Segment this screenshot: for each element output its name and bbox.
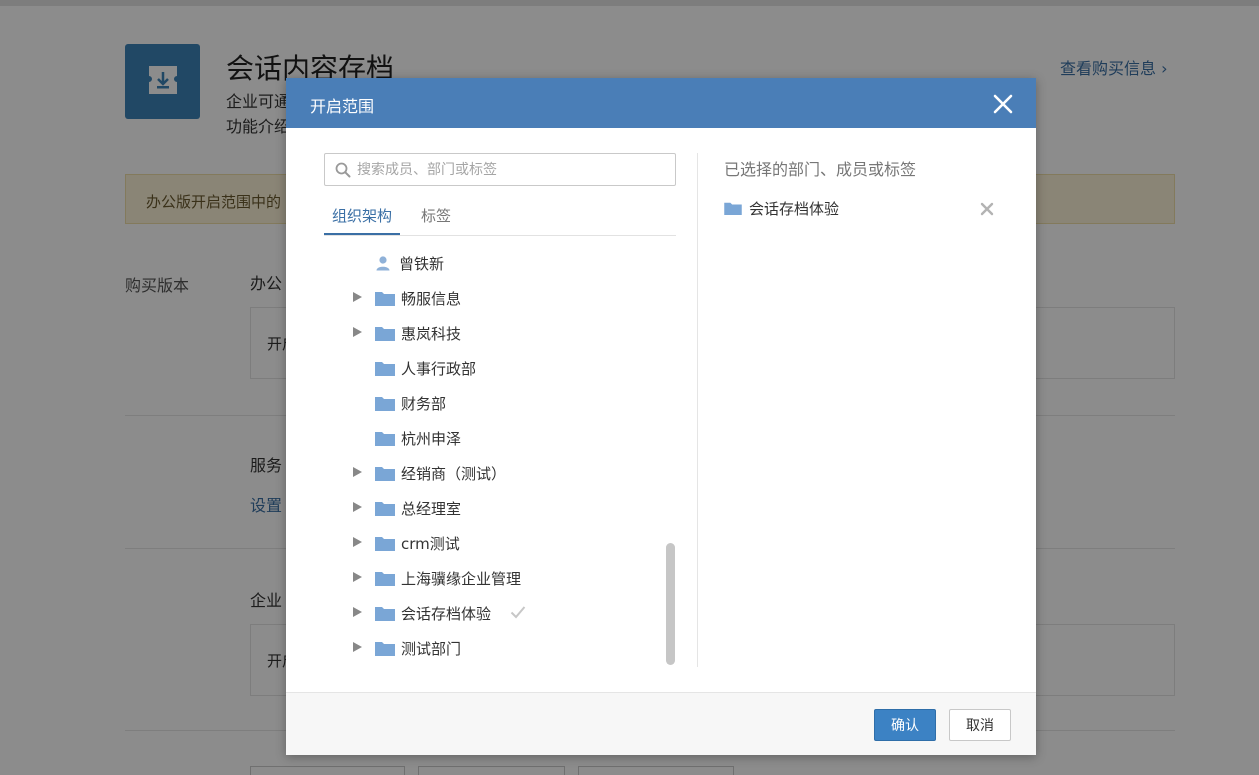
check-icon xyxy=(510,606,526,619)
folder-icon xyxy=(375,537,395,551)
column-divider xyxy=(697,153,698,667)
selected-panel-title: 已选择的部门、成员或标签 xyxy=(724,160,917,179)
org-tree: 曾铁新 畅服信息 惠岚科技 人事行政部 财务部 杭州申泽 经销商（测试） 总经理… xyxy=(324,246,676,669)
expand-arrow-icon[interactable] xyxy=(353,502,362,512)
close-icon[interactable] xyxy=(992,93,1014,115)
expand-arrow-icon[interactable] xyxy=(353,327,362,337)
folder-icon xyxy=(375,607,395,621)
tree-item-label: 会话存档体验 xyxy=(401,605,492,623)
tree-item-folder[interactable]: 惠岚科技 xyxy=(324,316,664,351)
folder-icon xyxy=(724,202,742,215)
tab-tags[interactable]: 标签 xyxy=(421,205,451,226)
expand-arrow-icon[interactable] xyxy=(353,467,362,477)
tree-item-label: 人事行政部 xyxy=(401,360,477,378)
tree-item-folder[interactable]: crm测试 xyxy=(324,526,664,561)
folder-icon xyxy=(375,502,395,516)
tree-item-folder[interactable]: 人事行政部 xyxy=(324,351,664,386)
search-box xyxy=(324,153,676,186)
folder-icon xyxy=(375,467,395,481)
tree-item-folder-selected[interactable]: 会话存档体验 xyxy=(324,596,664,631)
confirm-button[interactable]: 确认 xyxy=(874,709,936,741)
remove-icon[interactable] xyxy=(980,202,994,216)
tree-item-label: 杭州申泽 xyxy=(401,430,462,448)
tab-bar: 组织架构 标签 xyxy=(324,202,676,236)
tree-item-label: 畅服信息 xyxy=(401,290,462,308)
tree-item-folder[interactable]: 畅服信息 xyxy=(324,281,664,316)
tree-item-folder[interactable]: 杭州申泽 xyxy=(324,421,664,456)
tree-item-folder[interactable]: 经销商（测试） xyxy=(324,456,664,491)
tree-item-folder[interactable]: 测试部门 xyxy=(324,631,664,666)
tree-item-label: 曾铁新 xyxy=(399,255,445,273)
expand-arrow-icon[interactable] xyxy=(353,607,362,617)
search-icon xyxy=(335,162,351,178)
dialog-title: 开启范围 xyxy=(310,97,375,116)
user-icon xyxy=(376,256,390,271)
tree-scrollbar[interactable] xyxy=(666,543,675,665)
selected-item: 会话存档体验 xyxy=(724,198,1004,222)
search-input[interactable] xyxy=(357,159,667,181)
folder-icon xyxy=(375,327,395,341)
expand-arrow-icon[interactable] xyxy=(353,642,362,652)
tree-item-label: 测试部门 xyxy=(401,640,462,658)
folder-icon xyxy=(375,572,395,586)
tree-item-label: 财务部 xyxy=(401,395,447,413)
tree-item-folder[interactable]: 财务部 xyxy=(324,386,664,421)
cancel-button[interactable]: 取消 xyxy=(949,709,1011,741)
active-tab-indicator xyxy=(324,233,400,235)
tree-item-folder[interactable]: 总经理室 xyxy=(324,491,664,526)
folder-icon xyxy=(375,397,395,411)
expand-arrow-icon[interactable] xyxy=(353,537,362,547)
dialog-footer: 确认 取消 xyxy=(286,692,1036,755)
folder-icon xyxy=(375,432,395,446)
folder-icon xyxy=(375,362,395,376)
selected-item-label: 会话存档体验 xyxy=(749,200,840,218)
tree-item-user[interactable]: 曾铁新 xyxy=(324,246,664,281)
expand-arrow-icon[interactable] xyxy=(353,572,362,582)
folder-icon xyxy=(375,642,395,656)
scope-dialog: 开启范围 组织架构 标签 曾铁新 畅服信息 xyxy=(286,78,1036,755)
tree-item-label: 上海骥缘企业管理 xyxy=(401,570,522,588)
expand-arrow-icon[interactable] xyxy=(353,292,362,302)
tree-item-label: 经销商（测试） xyxy=(401,465,507,483)
tree-item-label: 总经理室 xyxy=(401,500,462,518)
tab-org-structure[interactable]: 组织架构 xyxy=(332,205,392,226)
tree-item-folder[interactable]: 上海骥缘企业管理 xyxy=(324,561,664,596)
folder-icon xyxy=(375,292,395,306)
tree-item-label: crm测试 xyxy=(401,535,460,553)
dialog-header: 开启范围 xyxy=(286,78,1036,128)
tree-item-label: 惠岚科技 xyxy=(401,325,462,343)
